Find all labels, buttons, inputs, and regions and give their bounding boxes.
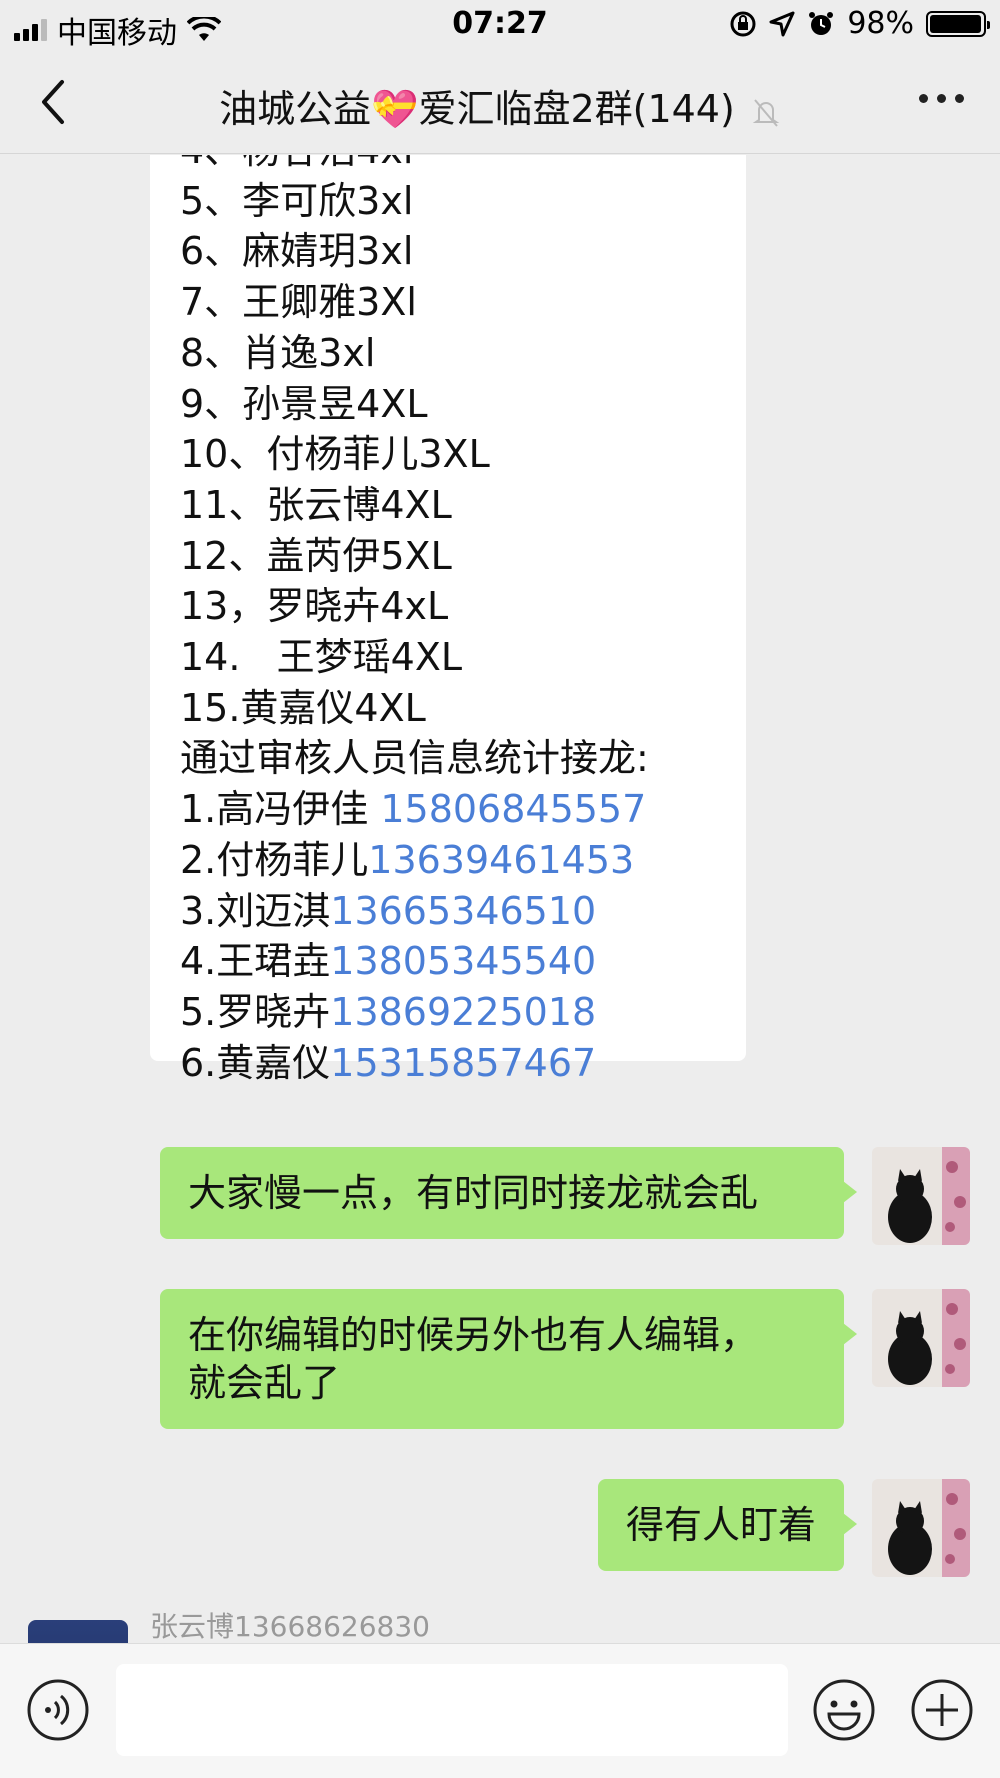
message-line-text: 5.罗晓卉 — [180, 989, 331, 1034]
message-line-text: 10、付杨菲儿3XL — [180, 432, 490, 477]
heart-gift-icon: 💝 — [371, 87, 419, 131]
nav-bar: 油城公益💝爱汇临盘2群(144) — [0, 50, 1000, 154]
avatar[interactable] — [872, 1479, 970, 1577]
message-line: 10、付杨菲儿3XL — [180, 429, 716, 480]
message-line-text: 13，罗晓卉4xL — [180, 584, 449, 629]
message-line: 5.罗晓卉13869225018 — [180, 987, 716, 1038]
message-line: 4.王珺垚13805345540 — [180, 936, 716, 987]
message-line-text: 1.高冯伊佳 — [180, 787, 381, 832]
more-options-button[interactable] — [919, 94, 964, 103]
message-line-text: 7、王卿雅3Xl — [180, 280, 417, 325]
message-line: 11、张云博4XL — [180, 480, 716, 531]
message-line: 7、王卿雅3Xl — [180, 277, 716, 328]
message-line: 8、肖逸3xl — [180, 328, 716, 379]
cat-avatar-image — [872, 1147, 970, 1245]
message-line: 15.黄嘉仪4XL — [180, 683, 716, 734]
cat-avatar-image — [872, 1479, 970, 1577]
status-right: 98% — [729, 6, 990, 41]
phone-number-link[interactable]: 13665346510 — [330, 889, 596, 933]
message-line-text: 14. 王梦瑶4XL — [180, 635, 463, 680]
message-line: 14. 王梦瑶4XL — [180, 632, 716, 683]
long-message-bubble[interactable]: 4、杨谷浩4xl 5、李可欣3xl 6、麻婧玥3xl 7、王卿雅3Xl 8、肖逸3xl 9… — [150, 155, 746, 1085]
outgoing-message-row: 在你编辑的时候另外也有人编辑， 就会乱了 — [160, 1289, 970, 1429]
avatar[interactable] — [872, 1289, 970, 1387]
message-line: 1.高冯伊佳 15806845557 — [180, 784, 716, 835]
emoji-icon[interactable] — [812, 1678, 876, 1742]
message-line-text: 8、肖逸3xl — [180, 330, 376, 375]
phone-number-link[interactable]: 13869225018 — [330, 990, 596, 1034]
voice-input-icon[interactable] — [26, 1678, 90, 1742]
message-line-text: 12、盖芮伊5XL — [180, 533, 452, 578]
message-bubble[interactable]: 在你编辑的时候另外也有人编辑， 就会乱了 — [160, 1289, 857, 1429]
rotation-lock-icon — [730, 11, 756, 36]
message-input[interactable] — [116, 1664, 788, 1756]
message-line: 4、杨谷浩4xl — [180, 155, 716, 176]
message-line: 6、麻婧玥3xl — [180, 226, 716, 277]
message-line: 12、盖芮伊5XL — [180, 531, 716, 582]
message-line-text: 4、杨谷浩4xl — [180, 155, 413, 172]
phone-number-link[interactable]: 15315857467 — [330, 1041, 596, 1085]
message-line: 6.黄嘉仪15315857467 — [180, 1038, 716, 1089]
avatar[interactable] — [872, 1147, 970, 1245]
sender-name: 张云博13668626830 — [150, 1610, 430, 1643]
chat-title: 油城公益💝爱汇临盘2群(144) — [0, 78, 1000, 133]
phone-number-link[interactable]: 13805345540 — [330, 939, 596, 983]
outgoing-message-row: 大家慢一点，有时同时接龙就会乱 — [160, 1147, 970, 1245]
message-line-text: 6.黄嘉仪 — [180, 1040, 331, 1085]
chat-title-post: 爱汇临盘2群(144) — [418, 87, 735, 131]
message-line-text: 5、李可欣3xl — [180, 178, 414, 223]
message-bubble[interactable]: 大家慢一点，有时同时接龙就会乱 — [160, 1147, 857, 1239]
plus-icon[interactable] — [910, 1678, 974, 1742]
input-bar — [0, 1643, 1000, 1778]
battery-fill — [930, 14, 981, 33]
phone-number-link[interactable]: 15806845557 — [380, 787, 646, 831]
battery-icon — [926, 10, 990, 37]
message-line-text: 2.付杨菲儿 — [180, 837, 369, 882]
message-line: 3.刘迈淇13665346510 — [180, 886, 716, 937]
message-line: 2.付杨菲儿13639461453 — [180, 835, 716, 886]
mute-bell-icon — [752, 98, 780, 127]
message-line-text: 通过审核人员信息统计接龙: — [180, 736, 649, 781]
message-line-text: 15.黄嘉仪4XL — [180, 685, 426, 730]
chat-area[interactable]: 4、杨谷浩4xl 5、李可欣3xl 6、麻婧玥3xl 7、王卿雅3Xl 8、肖逸3xl 9… — [0, 155, 1000, 1643]
alarm-icon — [809, 11, 834, 35]
message-line-text: 6、麻婧玥3xl — [180, 229, 414, 274]
outgoing-message-row: 得有人盯着 — [597, 1479, 970, 1577]
message-line: 9、孙景昱4XL — [180, 379, 716, 430]
message-line: 5、李可欣3xl — [180, 176, 716, 227]
battery-percent: 98% — [847, 6, 914, 41]
message-line-text: 3.刘迈淇 — [180, 888, 331, 933]
status-bar: 中国移动 07:27 98% — [0, 0, 1000, 51]
location-icon — [769, 11, 795, 36]
message-line: 通过审核人员信息统计接龙: — [180, 733, 716, 784]
message-line: 13，罗晓卉4xL — [180, 581, 716, 632]
chat-title-pre: 油城公益 — [219, 87, 372, 131]
cat-avatar-image — [872, 1289, 970, 1387]
message-bubble[interactable]: 得有人盯着 — [597, 1479, 858, 1571]
phone-number-link[interactable]: 13639461453 — [368, 838, 634, 882]
message-line-text: 9、孙景昱4XL — [180, 381, 428, 426]
sender-avatar[interactable] — [28, 1620, 128, 1643]
message-line-text: 11、张云博4XL — [180, 482, 452, 527]
message-line-text: 4.王珺垚 — [180, 939, 331, 984]
